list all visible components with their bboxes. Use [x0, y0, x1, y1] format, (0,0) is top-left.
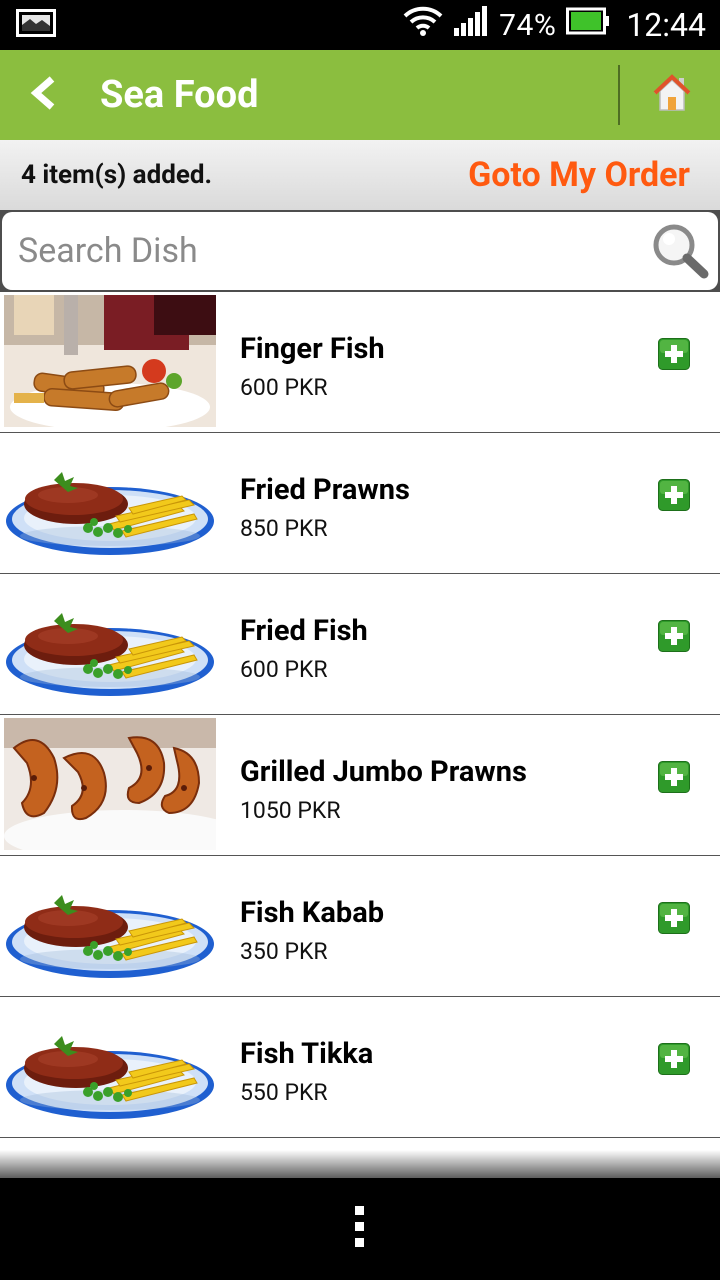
dish-price: 600 PKR	[240, 656, 328, 683]
dish-name: Fish Kabab	[240, 896, 385, 930]
list-item[interactable]: Grilled Jumbo Prawns 1050 PKR	[0, 715, 720, 856]
wifi-icon	[403, 5, 443, 45]
dish-name: Fried Prawns	[240, 473, 410, 507]
dish-name: Finger Fish	[240, 332, 385, 366]
search-box	[2, 212, 718, 290]
home-button[interactable]	[624, 50, 720, 140]
home-icon	[652, 74, 692, 116]
add-dish-button[interactable]	[658, 1043, 690, 1075]
list-item[interactable]: Fried Fish 600 PKR	[0, 574, 720, 715]
search-input[interactable]	[18, 231, 618, 271]
add-dish-button[interactable]	[658, 479, 690, 511]
dish-price: 350 PKR	[240, 938, 328, 965]
signal-icon	[453, 6, 489, 44]
dish-price: 1050 PKR	[240, 797, 341, 824]
dish-price: 600 PKR	[240, 374, 328, 401]
list-item[interactable]: Finger Fish 600 PKR	[0, 292, 720, 433]
page-title: Sea Food	[100, 73, 259, 117]
search-container	[0, 210, 720, 292]
navigation-bar	[0, 1178, 720, 1280]
search-icon[interactable]	[650, 222, 710, 284]
add-dish-button[interactable]	[658, 620, 690, 652]
list-item[interactable]: Fried Prawns 850 PKR	[0, 433, 720, 574]
dish-placeholder-image	[4, 1000, 216, 1132]
add-dish-button[interactable]	[658, 761, 690, 793]
back-icon	[28, 75, 58, 115]
status-bar: 74% 12:44	[0, 0, 720, 50]
add-dish-button[interactable]	[658, 902, 690, 934]
dish-placeholder-image	[4, 436, 216, 568]
list-item[interactable]: Fish Kabab 350 PKR	[0, 856, 720, 997]
goto-my-order-link[interactable]: Goto My Order	[468, 155, 690, 195]
back-button[interactable]	[0, 50, 86, 140]
add-dish-button[interactable]	[658, 338, 690, 370]
dish-image-finger-fish	[4, 295, 216, 427]
order-status-bar: 4 item(s) added. Goto My Order	[0, 140, 720, 210]
dish-name: Grilled Jumbo Prawns	[240, 755, 527, 789]
dish-price: 850 PKR	[240, 515, 328, 542]
dish-name: Fish Tikka	[240, 1037, 374, 1071]
app-header: Sea Food	[0, 50, 720, 140]
header-divider	[618, 65, 620, 125]
list-item[interactable]: Fish Tikka 550 PKR	[0, 997, 720, 1138]
image-notification-icon	[16, 9, 56, 41]
dish-placeholder-image	[4, 859, 216, 991]
dish-image-grilled-prawns	[4, 718, 216, 850]
dish-name: Fried Fish	[240, 614, 368, 648]
clock: 12:44	[626, 6, 706, 44]
dish-placeholder-image	[4, 577, 216, 709]
dish-list: Finger Fish 600 PKR Fried Prawns 850 PKR…	[0, 292, 720, 1138]
overflow-menu-icon[interactable]	[354, 1206, 366, 1252]
battery-percent: 74%	[499, 7, 557, 43]
items-added-count: 4 item(s) added.	[21, 160, 213, 190]
dish-price: 550 PKR	[240, 1079, 328, 1106]
battery-icon	[566, 7, 610, 43]
